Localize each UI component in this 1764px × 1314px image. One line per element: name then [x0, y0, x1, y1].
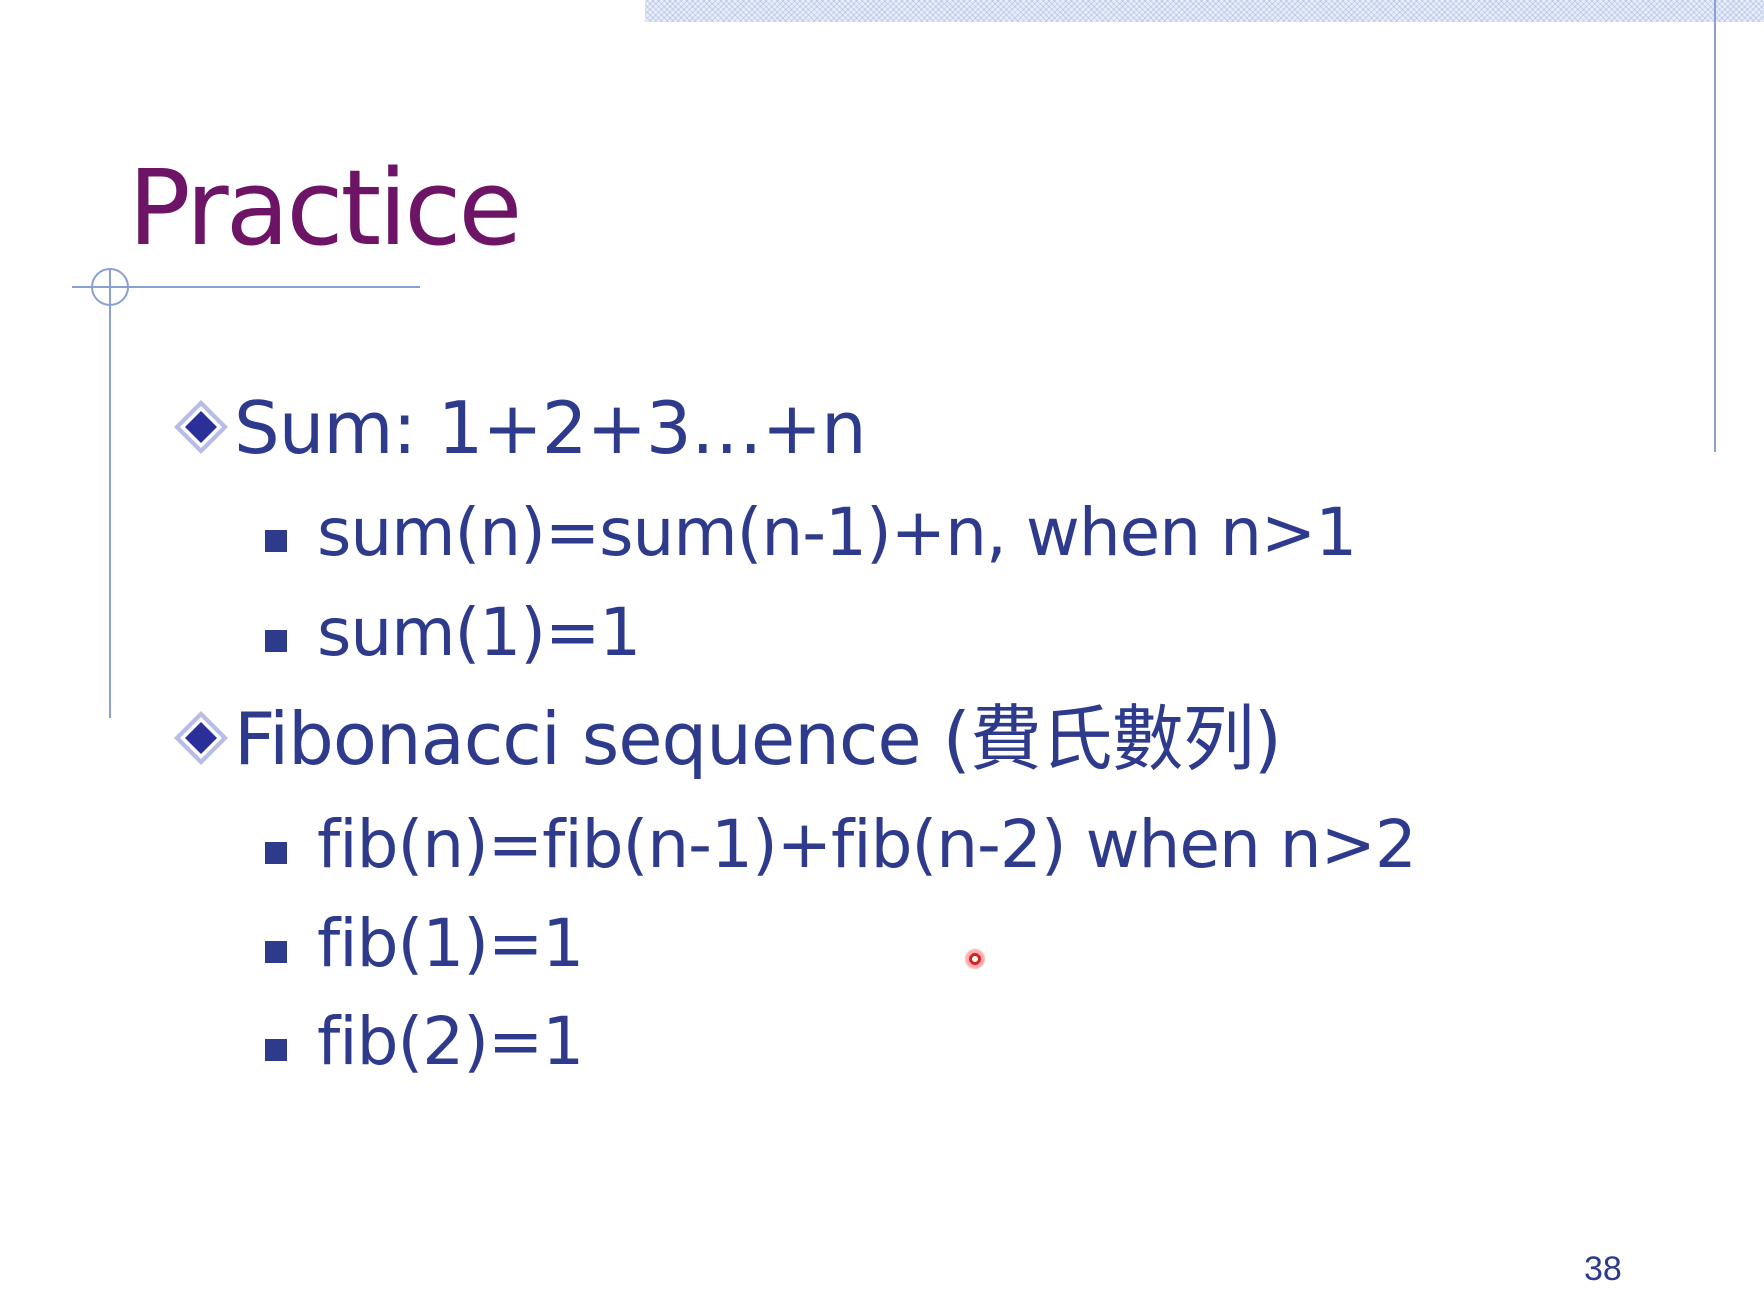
square-bullet-icon [265, 1038, 287, 1061]
bullet-fibonacci-cjk-text: 費氏數列 [969, 697, 1255, 781]
laser-pointer-icon [964, 948, 986, 970]
sub-bullet-fib-base-1: fib(1)=1 [265, 911, 584, 977]
bullet-sum: Sum: 1+2+3…+n [172, 392, 867, 464]
bullet-fibonacci: Fibonacci sequence (費氏數列) [172, 703, 1282, 775]
sub-bullet-text: sum(1)=1 [317, 594, 641, 671]
square-bullet-icon [265, 529, 287, 552]
sub-bullet-fib-base-2: fib(2)=1 [265, 1009, 584, 1075]
sub-bullet-fib-recursive: fib(n)=fib(n-1)+fib(n-2) when n>2 [265, 812, 1417, 878]
sub-bullet-text: fib(2)=1 [317, 1003, 584, 1080]
bullet-fibonacci-text-end: ) [1253, 697, 1282, 781]
sub-bullet-text: fib(1)=1 [317, 905, 584, 982]
sub-bullet-text: sum(n)=sum(n-1)+n, when n>1 [317, 494, 1357, 571]
sub-bullet-sum-base: sum(1)=1 [265, 600, 641, 666]
square-bullet-icon [265, 940, 287, 963]
square-bullet-icon [265, 629, 287, 652]
bullet-sum-text: Sum: 1+2+3…+n [234, 386, 867, 470]
page-number: 38 [1584, 1250, 1622, 1288]
diamond-bullet-icon [174, 400, 228, 455]
sub-bullet-text: fib(n)=fib(n-1)+fib(n-2) when n>2 [317, 806, 1417, 883]
sub-bullet-sum-recursive: sum(n)=sum(n-1)+n, when n>1 [265, 500, 1357, 566]
diamond-bullet-icon [174, 711, 228, 766]
bullet-fibonacci-text: Fibonacci sequence ( [234, 697, 971, 781]
slide-content: Sum: 1+2+3…+n sum(n)=sum(n-1)+n, when n>… [0, 0, 1764, 1314]
square-bullet-icon [265, 841, 287, 864]
